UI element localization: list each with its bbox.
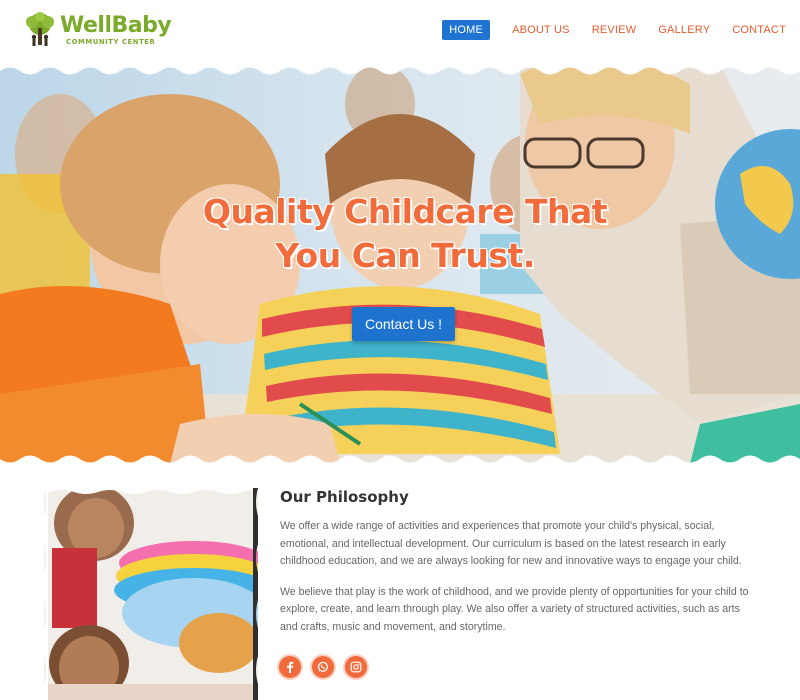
nav-review[interactable]: REVIEW	[592, 20, 637, 40]
hero-top-wave	[0, 64, 800, 75]
main-nav: HOME ABOUT US REVIEW GALLERY CONTACT	[420, 20, 786, 40]
instagram-icon	[350, 661, 362, 673]
site-header: WellBaby COMMUNITY CENTER HOME ABOUT US …	[0, 0, 800, 64]
facebook-button[interactable]	[279, 656, 301, 678]
whatsapp-icon	[317, 661, 329, 672]
philosophy-paragraph-1: We offer a wide range of activities and …	[280, 520, 742, 567]
philosophy-section: Our Philosophy We offer a wide range of …	[280, 488, 750, 649]
facebook-icon	[287, 661, 294, 673]
philosophy-photo	[44, 488, 258, 700]
hero-headline-line1: Quality Childcare That	[202, 192, 608, 231]
brand-subtitle: COMMUNITY CENTER	[66, 38, 156, 46]
nav-contact[interactable]: CONTACT	[732, 20, 786, 40]
hero-headline: Quality Childcare That You Can Trust.	[200, 190, 610, 278]
whatsapp-button[interactable]	[312, 656, 334, 678]
philosophy-title: Our Philosophy	[280, 488, 409, 506]
instagram-button[interactable]	[345, 656, 367, 678]
hero-headline-line2: You Can Trust.	[275, 236, 535, 275]
philosophy-paragraph-2: We believe that play is the work of chil…	[280, 585, 749, 633]
nav-gallery[interactable]: GALLERY	[658, 20, 710, 40]
tree-logo-icon	[26, 12, 54, 46]
hero-bottom-wave	[0, 455, 800, 464]
site-logo[interactable]: WellBaby COMMUNITY CENTER	[22, 12, 172, 52]
nav-home[interactable]: HOME	[442, 20, 491, 40]
social-links	[279, 656, 378, 678]
brand-name: WellBaby	[60, 13, 172, 38]
contact-us-button[interactable]: Contact Us !	[352, 307, 455, 341]
nav-about-us[interactable]: ABOUT US	[512, 20, 570, 40]
